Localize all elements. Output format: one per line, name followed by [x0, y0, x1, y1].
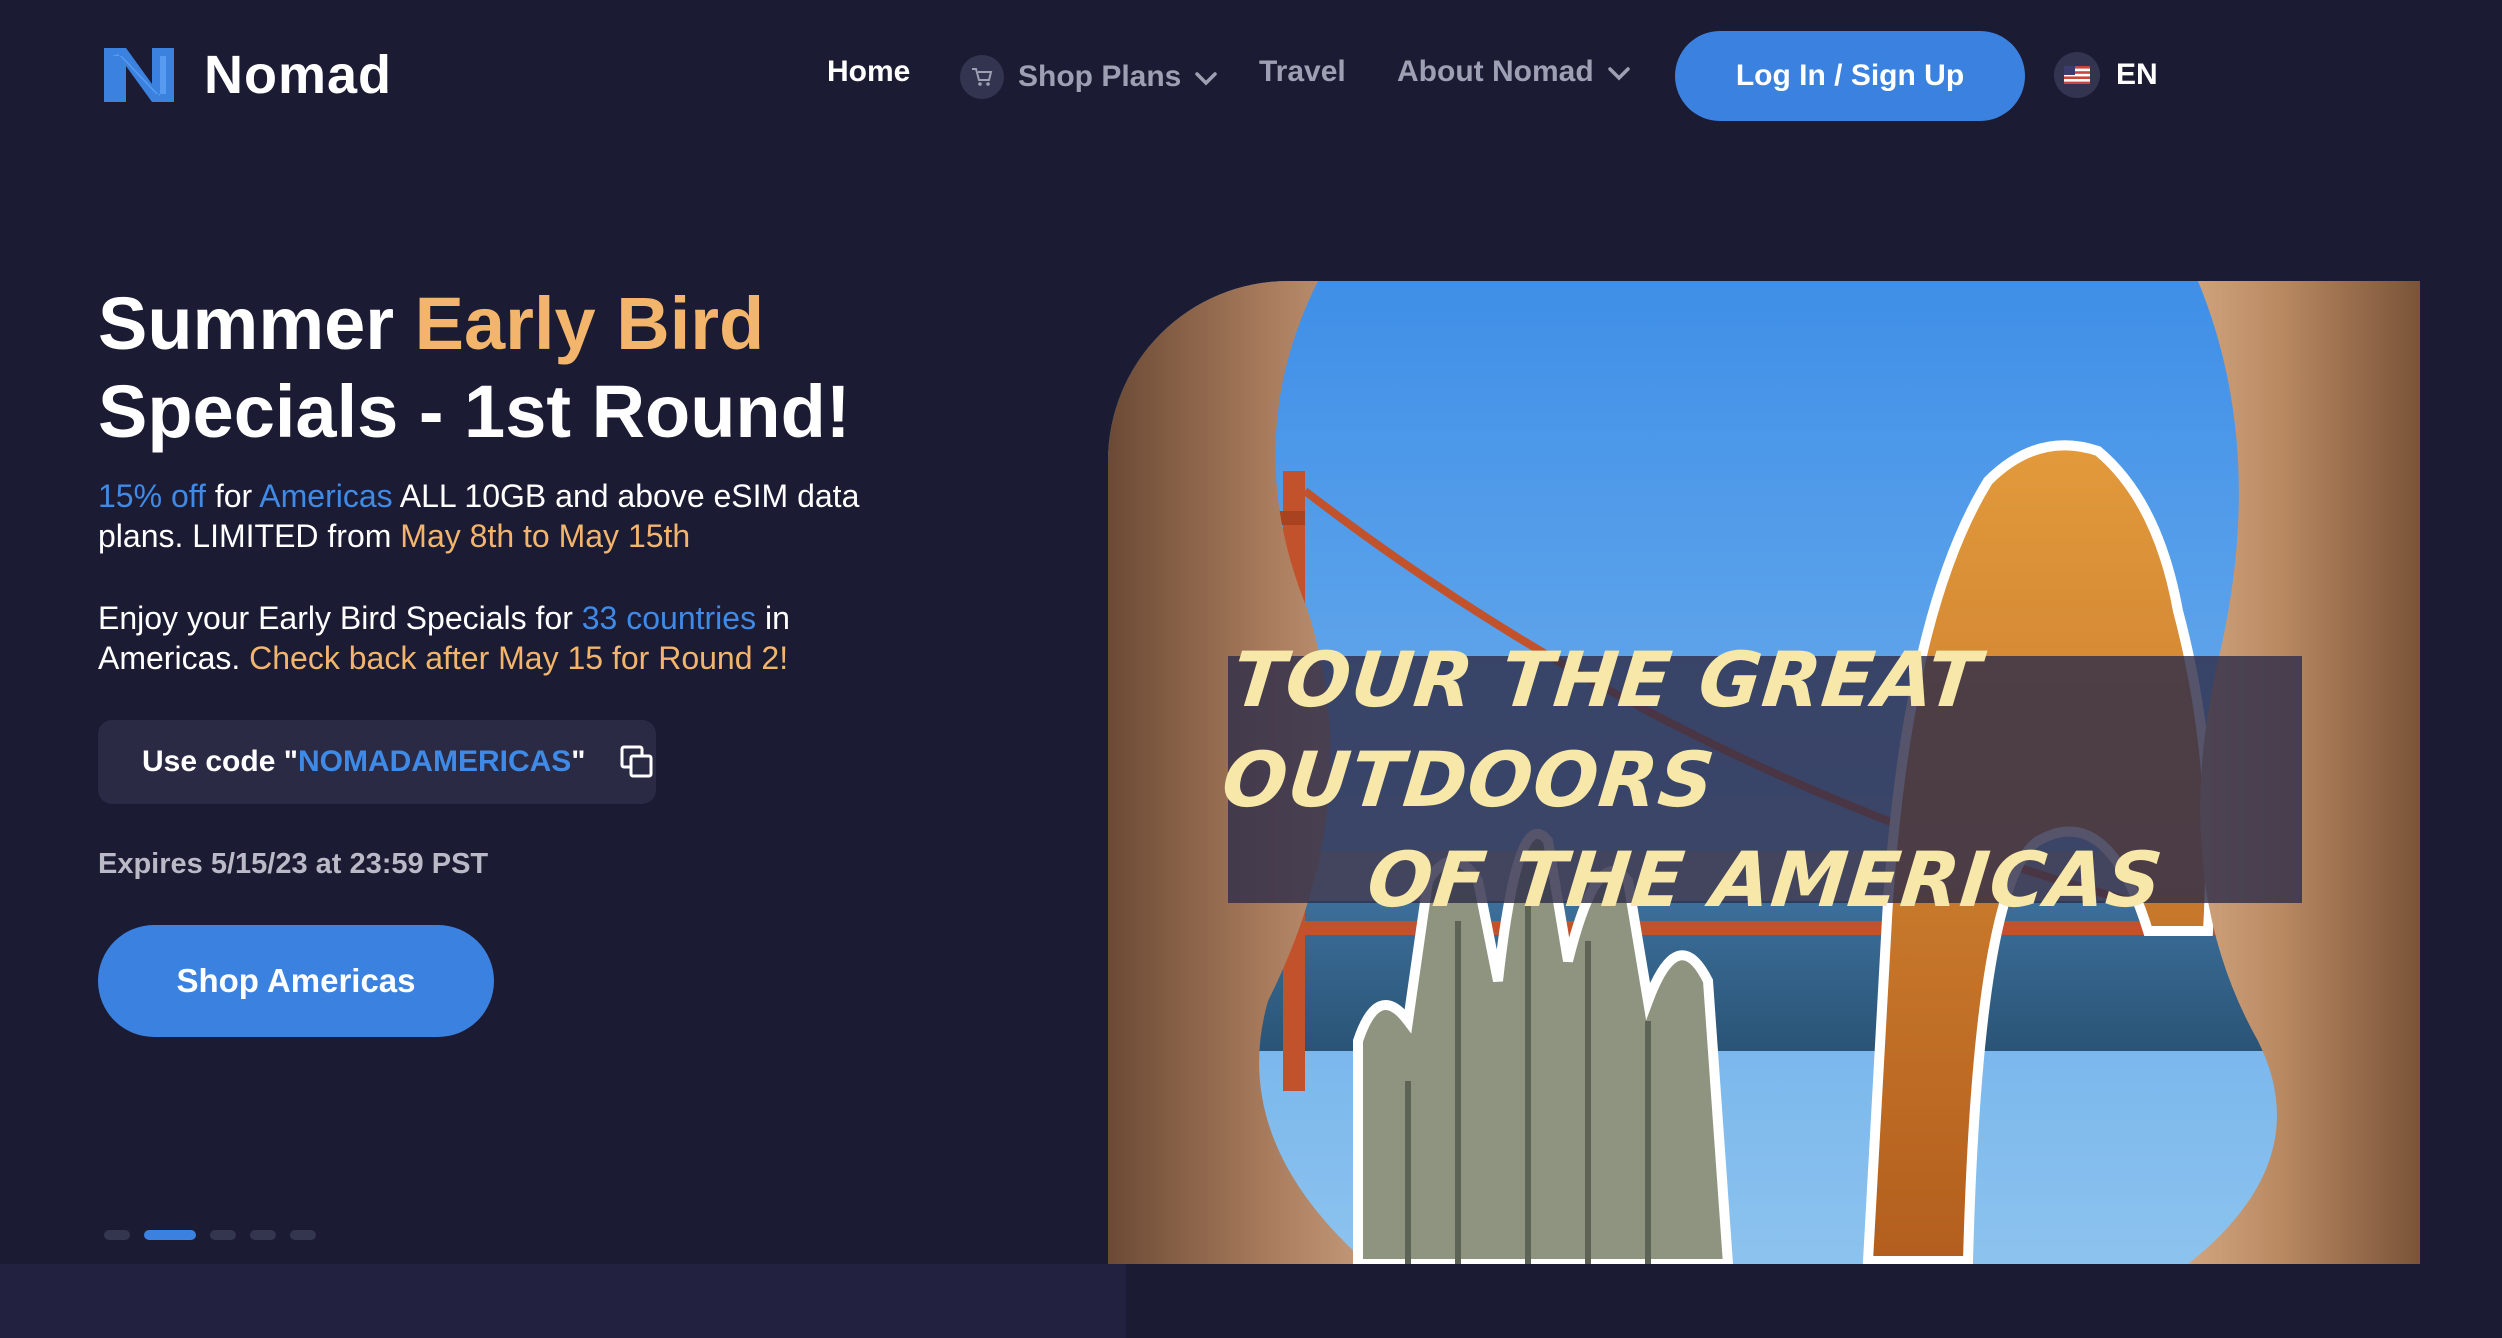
nav-shop-plans[interactable]: Shop Plans [960, 55, 1218, 99]
cart-icon [960, 55, 1004, 99]
carousel-dot-active[interactable] [144, 1230, 196, 1240]
nav-about-nomad[interactable]: About Nomad [1397, 55, 1630, 89]
carousel-dot[interactable] [250, 1230, 276, 1240]
nav-travel[interactable]: Travel [1259, 55, 1346, 89]
promo-code-text: Use code "NOMADAMERICAS" [142, 745, 586, 778]
shop-americas-button[interactable]: Shop Americas [98, 925, 494, 1037]
nomad-logo[interactable]: Nomad [98, 40, 392, 110]
copy-icon[interactable] [620, 745, 654, 779]
carousel-dot[interactable] [104, 1230, 130, 1240]
hero-headline: Summer Early Bird Specials - 1st Round! [98, 282, 851, 453]
nav-shop-plans-label: Shop Plans [1018, 60, 1182, 93]
carousel-dot[interactable] [290, 1230, 316, 1240]
nav-about-label: About Nomad [1397, 55, 1594, 88]
carousel-indicators [104, 1230, 316, 1240]
language-selector[interactable]: EN [2054, 52, 2158, 98]
carousel-dot[interactable] [210, 1230, 236, 1240]
headline-line2: Specials - 1st Round! [98, 370, 851, 453]
logo-text: Nomad [204, 45, 393, 105]
promo-code-value: NOMADAMERICAS [297, 745, 572, 778]
nomad-logo-icon [104, 48, 174, 102]
promo-description: 15% off for Americas ALL 10GB and above … [98, 478, 860, 554]
expiry-text: Expires 5/15/23 at 23:59 PST [98, 848, 489, 880]
chevron-down-icon [1195, 60, 1218, 94]
banner-line-2: OF THE AMERICAS [1363, 834, 2167, 924]
us-flag-icon [2054, 52, 2100, 98]
chevron-down-icon [1607, 55, 1630, 89]
promo-code-box: Use code "NOMADAMERICAS" [98, 720, 656, 804]
bottom-section-edge [0, 1264, 1126, 1338]
banner-line-1: TOUR THE GREAT OUTDOORS [1218, 634, 1986, 824]
promo-countries: Enjoy your Early Bird Specials for 33 co… [98, 600, 790, 676]
nav-home[interactable]: Home [827, 55, 910, 89]
language-label: EN [2116, 58, 2158, 91]
headline-highlight: Early Bird [414, 282, 765, 365]
login-signup-button[interactable]: Log In / Sign Up [1675, 31, 2025, 121]
hero-banner: TOUR THE GREAT OUTDOORS OF THE AMERICAS [1218, 635, 2302, 924]
